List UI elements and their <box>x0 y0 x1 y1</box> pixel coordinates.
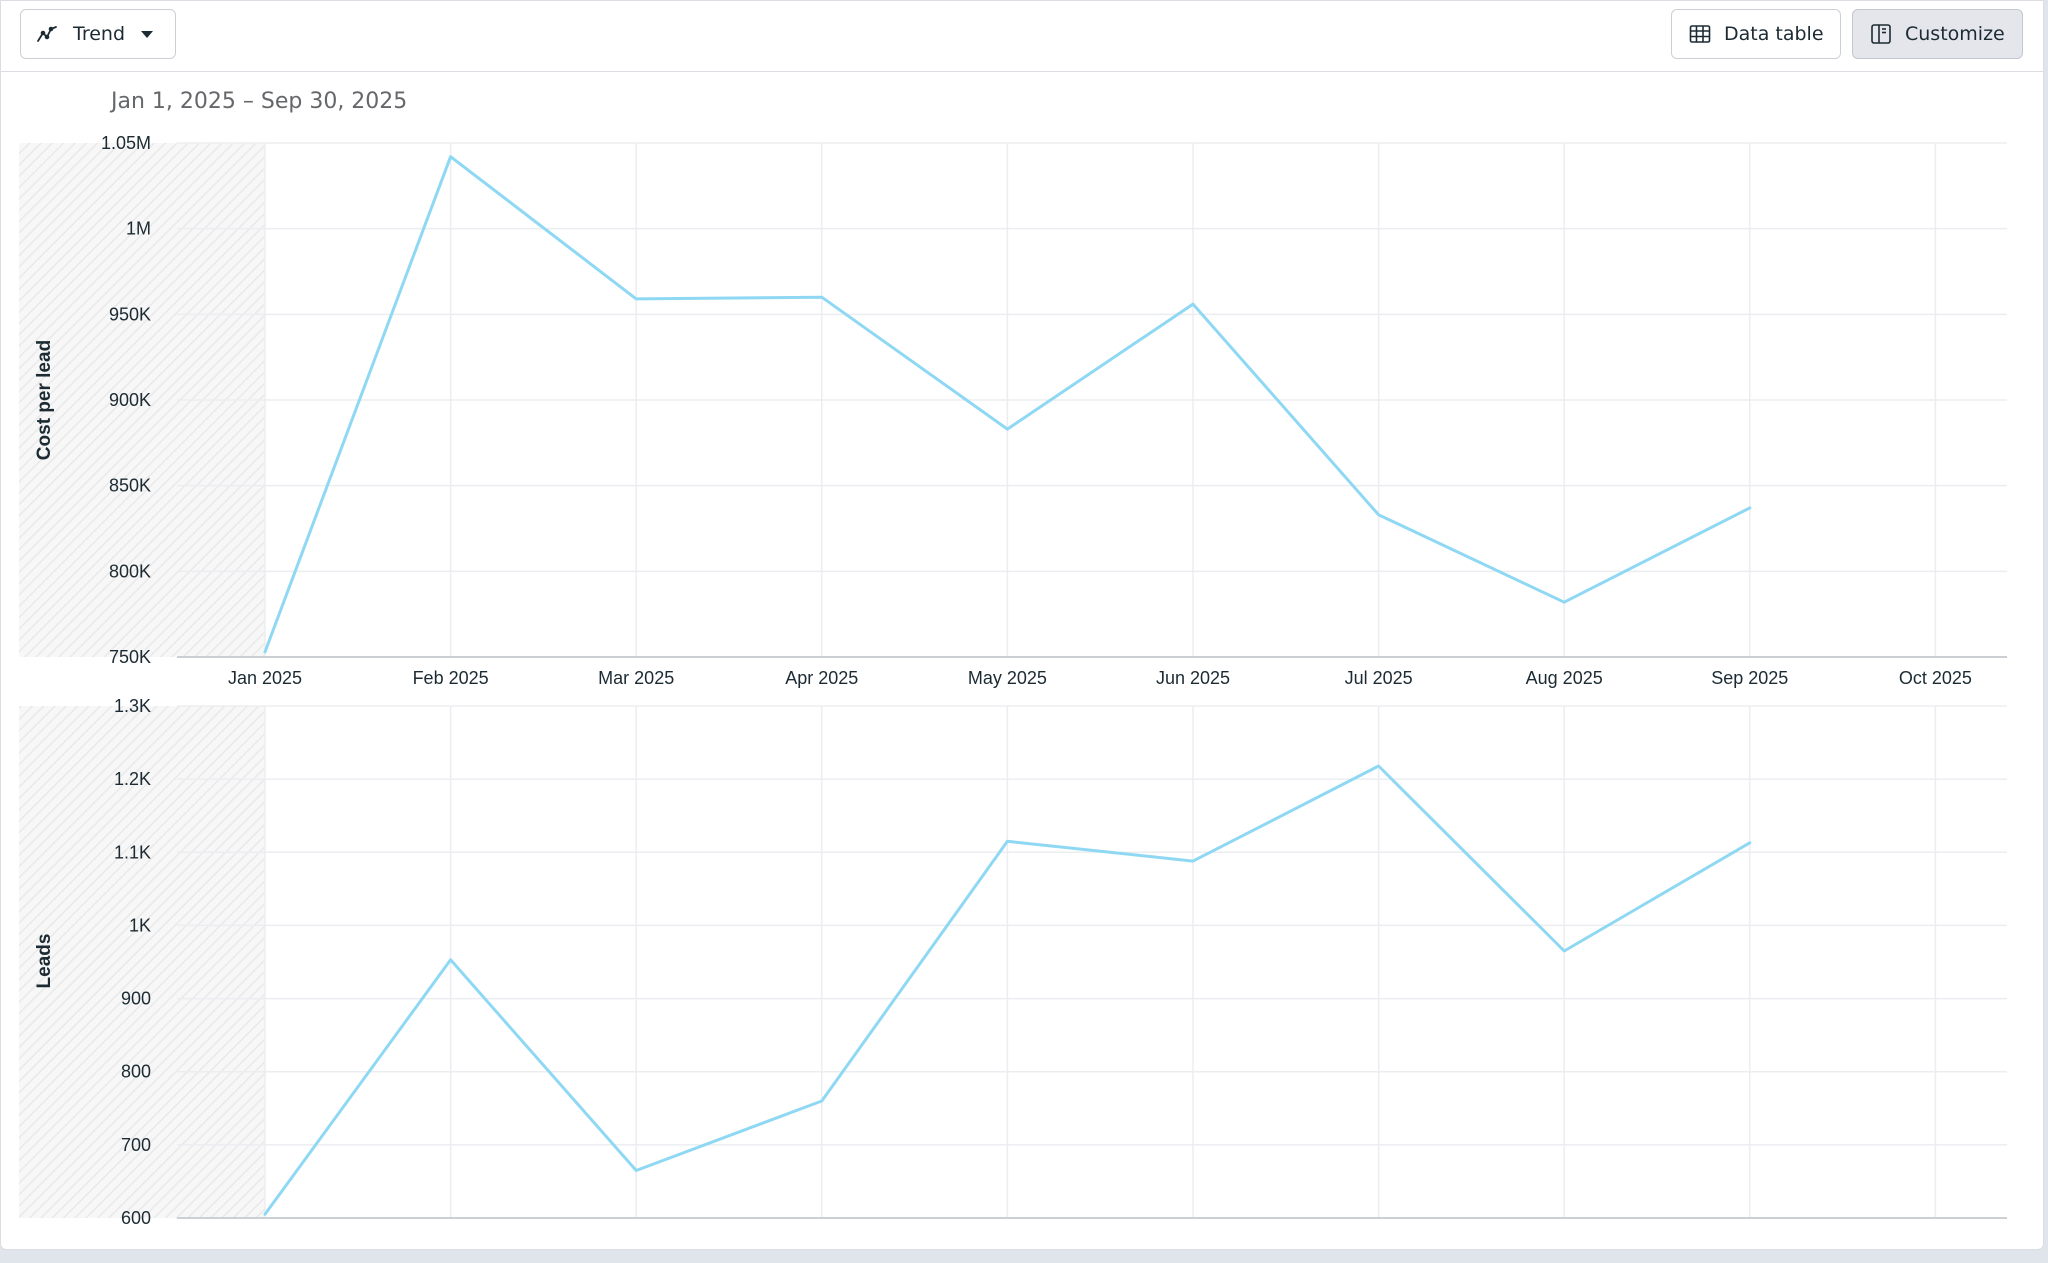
x-tick-label: Aug 2025 <box>1526 668 1603 688</box>
y-tick-label: 850K <box>109 476 151 496</box>
x-tick-label: Apr 2025 <box>785 668 858 688</box>
x-tick-label: May 2025 <box>968 668 1047 688</box>
y-tick-label: 800K <box>109 561 151 581</box>
x-tick-label: Feb 2025 <box>413 668 489 688</box>
y-tick-label: 900 <box>121 989 151 1009</box>
x-tick-label: Jul 2025 <box>1345 668 1413 688</box>
chart-panel: Trend Data table Customize Jan 1, 2025 –… <box>0 0 2044 1250</box>
y-tick-label: 1.1K <box>114 842 151 862</box>
y-tick-label: 700 <box>121 1135 151 1155</box>
x-tick-label: Jan 2025 <box>228 668 302 688</box>
y-tick-label: 1.05M <box>101 133 151 153</box>
y-tick-label: 1.3K <box>114 696 151 716</box>
y-tick-label: 600 <box>121 1208 151 1228</box>
x-tick-label: Oct 2025 <box>1899 668 1972 688</box>
x-tick-label: Mar 2025 <box>598 668 674 688</box>
y-tick-label: 1.2K <box>114 769 151 789</box>
line-charts: 750K 800K 850K 900K 950K 1M 1.05M Cost per lead… <box>19 133 2007 1228</box>
x-tick-label: Jun 2025 <box>1156 668 1230 688</box>
y-tick-label: 900K <box>109 390 151 410</box>
x-tick-label: Sep 2025 <box>1711 668 1788 688</box>
y-tick-label: 1K <box>129 915 151 935</box>
y-tick-label: 800 <box>121 1062 151 1082</box>
y-tick-label: 950K <box>109 304 151 324</box>
y-axis-title: Leads <box>34 934 55 989</box>
y-tick-label: 750K <box>109 647 151 667</box>
y-axis-title: Cost per lead <box>34 340 55 460</box>
y-tick-label: 1M <box>126 219 151 239</box>
